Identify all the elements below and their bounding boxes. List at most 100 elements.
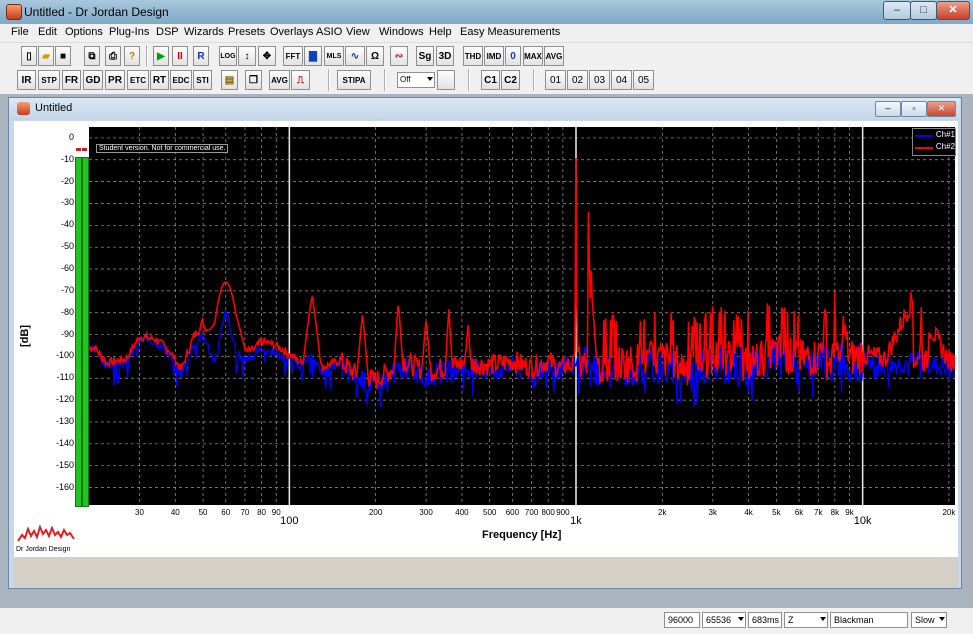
plot-area[interactable]: Student version. Not for commercial use. xyxy=(89,127,955,505)
x-tick-label: 50 xyxy=(198,508,208,517)
menu-options[interactable]: Options xyxy=(65,26,103,38)
x-tick-label: 300 xyxy=(419,508,433,517)
mode-edc-button[interactable]: EDC xyxy=(170,70,192,90)
record-button[interactable]: R xyxy=(193,46,209,66)
mls-button[interactable]: MLS xyxy=(324,46,344,66)
copy-button[interactable]: ⧉ xyxy=(84,46,100,66)
menu-overlays[interactable]: Overlays xyxy=(270,26,313,38)
vertical-zoom-button[interactable]: ↕ xyxy=(238,46,256,66)
zero-button[interactable]: 0 xyxy=(505,46,521,66)
sg-button[interactable]: Sg xyxy=(416,46,434,66)
x-tick-label: 200 xyxy=(368,508,383,517)
legend-swatch-ch2 xyxy=(915,147,933,149)
pan-button[interactable]: ✥ xyxy=(258,46,276,66)
new-file-icon: ▯ xyxy=(26,51,32,62)
mode-etc-button[interactable]: ETC xyxy=(127,70,149,90)
menu-wizards[interactable]: Wizards xyxy=(184,26,224,38)
play-button[interactable]: ▶ xyxy=(153,46,169,66)
z-select[interactable]: Z xyxy=(784,612,828,628)
legend-swatch-ch1 xyxy=(915,135,933,137)
mode-rt-button[interactable]: RT xyxy=(150,70,169,90)
new-file-button[interactable]: ▯ xyxy=(21,46,37,66)
mode-fr-button[interactable]: FR xyxy=(62,70,81,90)
avg-button[interactable]: AVG xyxy=(544,46,564,66)
wave-icon: ∿ xyxy=(350,51,360,62)
preset-04-button[interactable]: 04 xyxy=(611,70,632,90)
separator xyxy=(328,69,330,91)
menu-plug-ins[interactable]: Plug-Ins xyxy=(109,26,149,38)
mode-ir-button[interactable]: IR xyxy=(17,70,36,90)
speed-select[interactable]: Slow xyxy=(911,612,947,628)
floppy-icon: ■ xyxy=(59,51,67,62)
channel-c2-button[interactable]: C2 xyxy=(501,70,520,90)
menu-view[interactable]: View xyxy=(346,26,370,38)
menu-easy-measurements[interactable]: Easy Measurements xyxy=(460,26,560,38)
mode-sti-button[interactable]: STI xyxy=(193,70,212,90)
x-tick-label: 100 xyxy=(280,515,299,527)
pulse-icon: ⎍ xyxy=(297,75,304,86)
max-button[interactable]: MAX xyxy=(523,46,543,66)
fft-button[interactable]: FFT xyxy=(283,46,303,66)
filter-button[interactable]: ▤ xyxy=(221,70,238,90)
imd-button[interactable]: IMD xyxy=(484,46,504,66)
sweep-icon: ∾ xyxy=(394,51,404,62)
series-line-ch2 xyxy=(89,158,955,389)
mode-gd-button[interactable]: GD xyxy=(83,70,103,90)
preset-05-button[interactable]: 05 xyxy=(633,70,654,90)
fft-size-value: 65536 xyxy=(706,615,732,625)
stipa-button[interactable]: STIPA xyxy=(337,70,371,90)
window-function-field[interactable]: Blackman xyxy=(830,612,908,628)
x-tick-label: 60 xyxy=(221,508,231,517)
preset-02-button[interactable]: 02 xyxy=(567,70,588,90)
menu-file[interactable]: File xyxy=(11,26,29,38)
blank-button[interactable] xyxy=(437,70,455,90)
close-button[interactable]: ✕ xyxy=(936,1,970,20)
filter-icon: ▤ xyxy=(224,75,235,86)
help-button[interactable]: ? xyxy=(124,46,140,66)
avg2-button[interactable]: AVG xyxy=(269,70,290,90)
child-restore-button[interactable]: ▫ xyxy=(901,101,927,117)
off-select[interactable]: Off xyxy=(397,72,435,88)
3d-button[interactable]: 3D xyxy=(436,46,454,66)
logo: Dr Jordan Design xyxy=(16,521,76,553)
windows-button[interactable]: ❐ xyxy=(245,70,262,90)
pulse-button[interactable]: ⎍ xyxy=(291,70,310,90)
impedance-button[interactable]: Ω xyxy=(366,46,384,66)
menu-edit[interactable]: Edit xyxy=(38,26,57,38)
mode-stp-button[interactable]: STP xyxy=(38,70,60,90)
pause-button[interactable]: II xyxy=(172,46,188,66)
preset-01-button[interactable]: 01 xyxy=(545,70,566,90)
open-file-button[interactable]: ▰ xyxy=(38,46,54,66)
menu-presets[interactable]: Presets xyxy=(228,26,265,38)
off-select-value: Off xyxy=(400,75,411,84)
child-minimize-button[interactable]: – xyxy=(875,101,901,117)
menu-help[interactable]: Help xyxy=(429,26,452,38)
x-tick-label: 40 xyxy=(170,508,180,517)
mode-pr-button[interactable]: PR xyxy=(105,70,125,90)
generator-button[interactable]: ∾ xyxy=(390,46,408,66)
waveform-button[interactable]: ∿ xyxy=(345,46,365,66)
preset-03-button[interactable]: 03 xyxy=(589,70,610,90)
sample-rate-field[interactable]: 96000 xyxy=(664,612,700,628)
y-tick-label: -100 xyxy=(55,350,74,361)
x-tick-label: 30 xyxy=(135,508,144,517)
channel-c1-button[interactable]: C1 xyxy=(481,70,500,90)
maximize-button[interactable]: □ xyxy=(910,1,937,20)
spectrum-button[interactable]: ▇ xyxy=(304,46,322,66)
save-button[interactable]: ■ xyxy=(55,46,71,66)
fft-size-select[interactable]: 65536 xyxy=(702,612,746,628)
client-footer xyxy=(14,557,958,588)
minimize-button[interactable]: – xyxy=(883,1,911,20)
x-tick-label: 10k xyxy=(853,515,872,527)
title-bar: Untitled - Dr Jordan Design – □ ✕ xyxy=(0,0,973,24)
legend: Ch#1 Ch#2 xyxy=(912,128,956,156)
print-button[interactable]: ⎙ xyxy=(105,46,121,66)
child-close-button[interactable]: ✕ xyxy=(927,101,956,117)
log-scale-button[interactable]: LOG xyxy=(219,46,237,66)
menu-asio[interactable]: ASIO xyxy=(316,26,342,38)
menu-windows[interactable]: Windows xyxy=(379,26,424,38)
thd-button[interactable]: THD xyxy=(463,46,483,66)
separator xyxy=(468,69,470,91)
vertical-arrows-icon: ↕ xyxy=(244,51,250,62)
menu-dsp[interactable]: DSP xyxy=(156,26,179,38)
